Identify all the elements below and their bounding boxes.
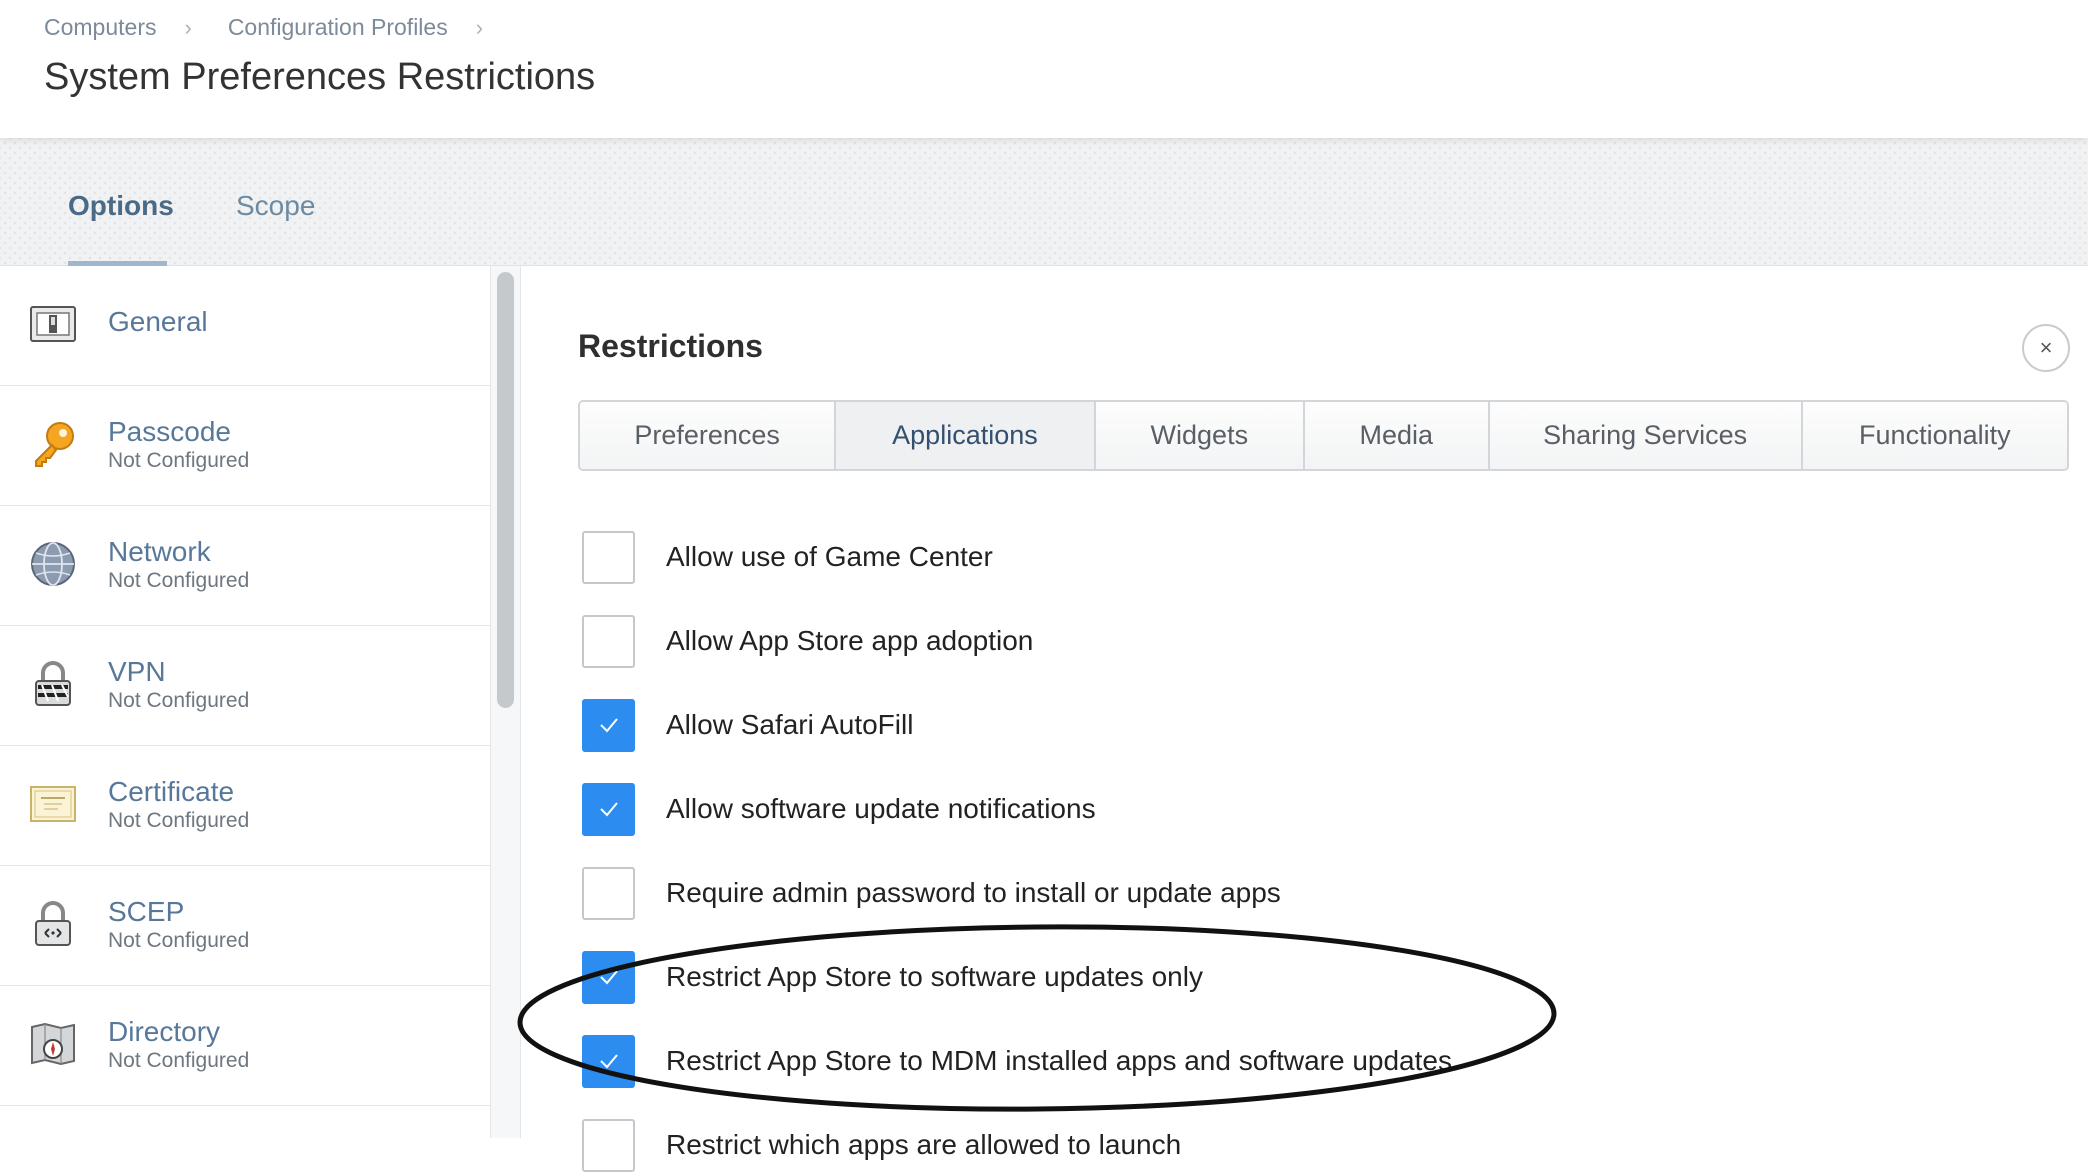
page-title: System Preferences Restrictions <box>44 56 596 98</box>
option-row[interactable]: Allow software update notifications <box>582 782 1096 836</box>
option-label: Restrict App Store to software updates o… <box>666 961 1203 992</box>
sidebar-item-vpn[interactable]: VPN Not Configured <box>0 626 490 746</box>
sidebar-item-status: Not Configured <box>108 929 250 952</box>
chevron-right-icon: › <box>184 14 192 40</box>
sidebar-item-status: Not Configured <box>108 569 250 592</box>
sidebar-item-scep[interactable]: SCEP Not Configured <box>0 866 490 986</box>
option-label: Allow software update notifications <box>666 793 1096 824</box>
sidebar-item-general[interactable]: General <box>0 266 490 386</box>
section-title: Restrictions <box>578 328 763 364</box>
sidebar-item-label: Passcode <box>108 416 231 447</box>
sidebar-item-certificate[interactable]: Certificate Not Configured <box>0 746 490 866</box>
sidebar-item-status: Not Configured <box>108 1049 250 1072</box>
segment-functionality[interactable]: Functionality <box>1802 402 2067 469</box>
checkbox-safari-autofill[interactable] <box>582 698 635 752</box>
option-label: Allow App Store app adoption <box>666 625 1034 656</box>
close-icon: × <box>2039 335 2053 360</box>
option-label: Require admin password to install or upd… <box>666 877 1281 908</box>
breadcrumb-link-configuration-profiles[interactable]: Configuration Profiles <box>228 14 448 41</box>
sidebar-item-label: Directory <box>108 1016 221 1047</box>
sidebar-item-label: General <box>108 306 208 337</box>
sidebar-item-network[interactable]: Network Not Configured <box>0 506 490 626</box>
tab-options[interactable]: Options <box>68 190 174 222</box>
option-label: Allow use of Game Center <box>666 541 993 572</box>
switch-icon <box>30 306 76 342</box>
key-icon <box>35 422 74 467</box>
segment-sharing-services[interactable]: Sharing Services <box>1489 402 1803 469</box>
option-row[interactable]: Restrict App Store to software updates o… <box>582 950 1203 1004</box>
option-row[interactable]: Restrict App Store to MDM installed apps… <box>582 1034 1452 1088</box>
checkbox-restrict-software-updates-only[interactable] <box>582 950 635 1004</box>
segment-widgets[interactable]: Widgets <box>1095 402 1306 469</box>
sidebar-item-status: Not Configured <box>108 809 250 832</box>
sidebar-item-status: Not Configured <box>108 689 250 712</box>
checkbox-software-update-notifications[interactable] <box>582 782 635 836</box>
segment-media[interactable]: Media <box>1305 402 1490 469</box>
option-row[interactable]: Restrict which apps are allowed to launc… <box>582 1118 1181 1172</box>
checkmark-icon <box>599 970 618 985</box>
checkmark-icon <box>599 718 618 733</box>
option-label: Restrict which apps are allowed to launc… <box>666 1129 1182 1160</box>
sidebar-item-label: Network <box>108 536 211 567</box>
vpn-lock-icon <box>35 661 71 706</box>
checkmark-icon <box>599 1054 618 1069</box>
segment-applications[interactable]: Applications <box>836 402 1096 469</box>
restrictions-segmented-control: Preferences Applications Widgets Media S… <box>578 400 2069 471</box>
chevron-right-icon: › <box>475 14 484 40</box>
tab-bar: Options Scope <box>0 138 2088 266</box>
checkbox-game-center[interactable] <box>582 530 635 584</box>
active-tab-indicator <box>68 261 167 266</box>
checkbox-require-admin-password[interactable] <box>582 866 635 920</box>
option-row[interactable]: Require admin password to install or upd… <box>582 866 1281 920</box>
certificate-icon <box>30 786 76 822</box>
sidebar-item-passcode[interactable]: Passcode Not Configured <box>0 386 490 506</box>
sidebar-item-directory[interactable]: Directory Not Configured <box>0 986 490 1106</box>
checkbox-restrict-mdm-installed-apps[interactable] <box>582 1034 635 1088</box>
segment-preferences[interactable]: Preferences <box>580 402 837 469</box>
option-row[interactable]: Allow use of Game Center <box>582 530 993 584</box>
option-label: Allow Safari AutoFill <box>666 709 914 740</box>
globe-icon <box>31 542 75 586</box>
page-header: Computers › Configuration Profiles › Sys… <box>0 0 2088 138</box>
option-row[interactable]: Allow Safari AutoFill <box>582 698 913 752</box>
close-button[interactable]: × <box>2022 324 2070 372</box>
option-row[interactable]: Allow App Store app adoption <box>582 614 1033 668</box>
tab-scope[interactable]: Scope <box>236 190 315 222</box>
option-label: Restrict App Store to MDM installed apps… <box>666 1045 1452 1076</box>
directory-compass-icon <box>31 1022 75 1066</box>
checkbox-restrict-app-launch[interactable] <box>582 1118 635 1172</box>
breadcrumb-link-computers[interactable]: Computers <box>44 14 156 41</box>
sidebar-item-label: VPN <box>108 656 166 687</box>
breadcrumb: Computers › Configuration Profiles › <box>44 14 519 41</box>
sidebar-item-label: SCEP <box>108 896 185 927</box>
checkmark-icon <box>599 802 618 817</box>
checkbox-app-store-adoption[interactable] <box>582 614 635 668</box>
sidebar-item-label: Certificate <box>108 776 235 807</box>
sidebar-item-status: Not Configured <box>108 449 250 472</box>
payload-sidebar: General Passcode Not Configured Network … <box>0 266 491 1138</box>
restrictions-panel: Restrictions × Preferences Applications … <box>522 266 2088 1172</box>
sidebar-scrollbar-thumb[interactable] <box>497 272 514 708</box>
scep-lock-icon <box>35 901 71 946</box>
